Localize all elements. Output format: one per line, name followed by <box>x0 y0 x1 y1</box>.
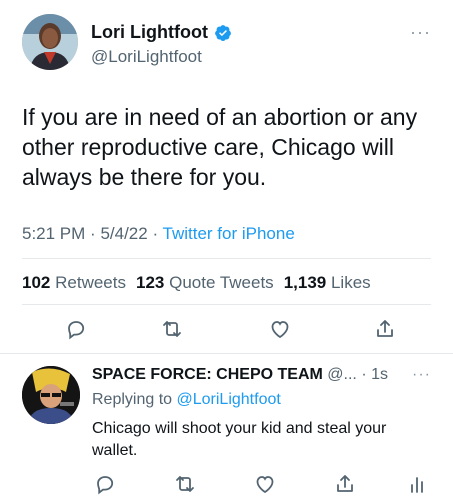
tweet-time[interactable]: 5:21 PM <box>22 224 85 243</box>
replying-to-mention[interactable]: @LoriLightfoot <box>177 391 281 408</box>
quote-tweets-count: 123 <box>135 273 165 292</box>
replying-prefix: Replying to <box>92 391 173 408</box>
main-action-bar <box>0 316 453 346</box>
retweet-icon[interactable] <box>172 471 198 497</box>
reply-time[interactable]: 1s <box>371 366 388 383</box>
author-name[interactable]: Lori Lightfoot <box>91 22 232 43</box>
more-options-icon[interactable]: ··· <box>410 22 431 43</box>
tweet-text: If you are in need of an abortion or any… <box>22 104 418 190</box>
tweet-source[interactable]: Twitter for iPhone <box>163 224 295 243</box>
reply-header: SPACE FORCE: CHEPO TEAM @... · 1s <box>92 366 388 384</box>
tweet-meta: 5:21 PM · 5/4/22 · Twitter for iPhone <box>22 224 295 244</box>
likes-label: Likes <box>330 273 371 292</box>
reply-action-bar <box>0 471 453 501</box>
meta-separator: · <box>361 366 372 383</box>
author-handle[interactable]: @LoriLightfoot <box>91 47 202 67</box>
author-name-text[interactable]: Lori Lightfoot <box>91 22 208 43</box>
share-icon[interactable] <box>372 316 398 342</box>
retweet-icon[interactable] <box>159 316 185 342</box>
reply-more-options-icon[interactable]: ··· <box>412 366 431 384</box>
avatar-image <box>22 14 78 70</box>
likes-count: 1,139 <box>283 273 327 292</box>
meta-separator: · <box>152 224 163 243</box>
tweet-date[interactable]: 5/4/22 <box>100 224 147 243</box>
reply-avatar-image <box>22 366 80 424</box>
quote-tweets-stat[interactable]: 123 Quote Tweets <box>136 273 274 293</box>
analytics-icon[interactable] <box>404 471 430 497</box>
reply-icon[interactable] <box>63 316 89 342</box>
reply-icon[interactable] <box>92 471 118 497</box>
tweet-stats: 102 Retweets 123 Quote Tweets 1,139 Like… <box>22 273 371 293</box>
reply-author-name[interactable]: SPACE FORCE: CHEPO TEAM <box>92 366 323 383</box>
like-icon[interactable] <box>252 471 278 497</box>
reply-author-avatar[interactable] <box>22 366 80 424</box>
author-avatar[interactable] <box>22 14 78 70</box>
verified-badge-icon <box>214 24 232 42</box>
divider <box>22 304 431 305</box>
reply-tweet[interactable]: SPACE FORCE: CHEPO TEAM @... · 1s ··· Re… <box>0 354 453 500</box>
share-icon[interactable] <box>332 471 358 497</box>
reply-author-handle[interactable]: @... <box>327 366 357 383</box>
reply-text: Chicago will shoot your kid and steal yo… <box>92 420 387 459</box>
retweets-stat[interactable]: 102 Retweets <box>22 273 126 293</box>
like-icon[interactable] <box>267 316 293 342</box>
retweets-count: 102 <box>22 273 51 292</box>
likes-stat[interactable]: 1,139 Likes <box>284 273 371 293</box>
quote-tweets-label: Quote Tweets <box>169 273 274 292</box>
replying-to: Replying to @LoriLightfoot <box>92 391 281 409</box>
retweets-label: Retweets <box>55 273 126 292</box>
meta-separator: · <box>90 224 101 243</box>
divider <box>22 258 431 259</box>
